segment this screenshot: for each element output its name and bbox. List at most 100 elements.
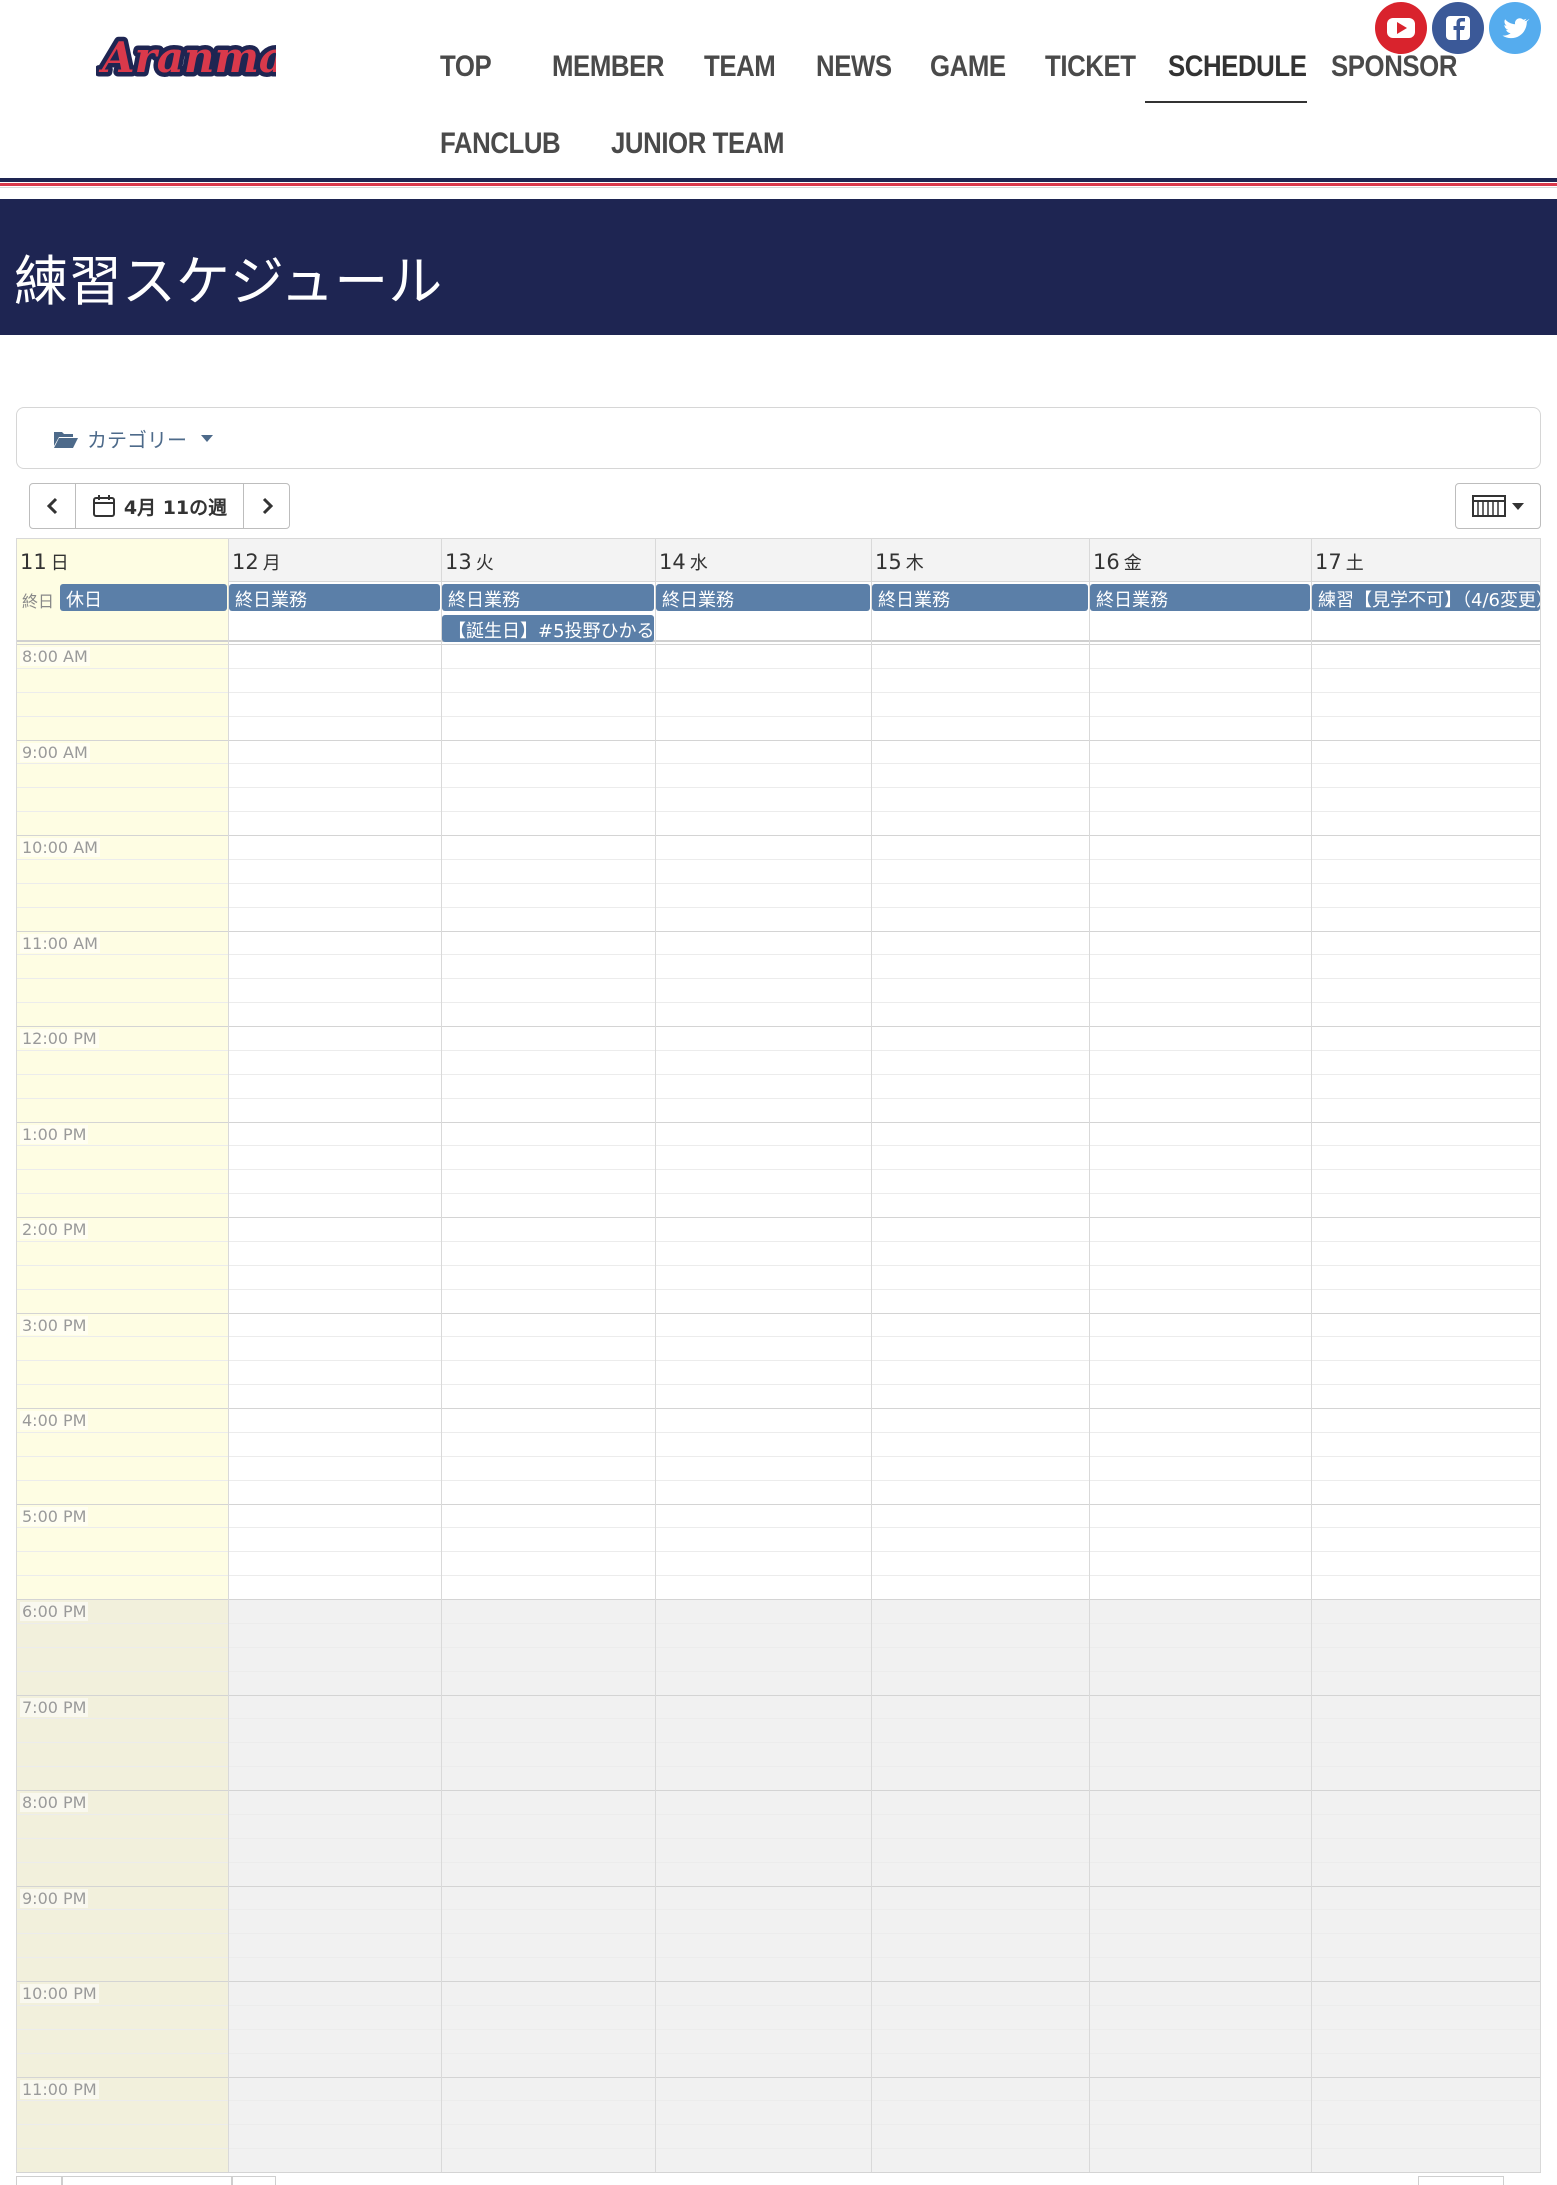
day-header[interactable]: 14 水 [655,539,871,583]
time-label: 9:00 AM [20,742,90,762]
nav-item-top[interactable]: TOP [440,50,492,84]
chevron-right-icon [262,497,273,515]
quarter-hour-line [16,1742,1541,1744]
day-column-divider [871,538,872,2172]
quarter-hour-line [16,1049,1541,1051]
nav-item-game[interactable]: GAME [930,50,1006,84]
day-of-week: 火 [475,553,494,574]
nav-item-junior-team[interactable]: JUNIOR TEAM [611,127,784,161]
time-label: 12:00 PM [20,1029,99,1048]
quarter-hour-line [16,954,1541,956]
quarter-hour-line [16,2052,1541,2054]
hour-line [16,930,1541,932]
time-label: 6:00 PM [20,1602,89,1621]
allday-event[interactable]: 終日業務 [229,584,440,611]
quarter-hour-line [16,1073,1541,1075]
quarter-hour-line [16,978,1541,980]
time-grid: 8:00 AM 9:00 AM 10:00 AM 11:00 AM 12:00 PM 1:… [16,644,1541,2173]
quarter-hour-line [16,1479,1541,1481]
day-header[interactable]: 13 火 [441,539,655,583]
quarter-hour-line [16,1264,1541,1266]
day-header[interactable]: 17 土 [1311,539,1541,583]
hour-line [16,2076,1541,2078]
day-column-divider [1089,538,1090,2172]
hour-line [16,1408,1541,1409]
facebook-link[interactable] [1432,2,1484,54]
allday-event[interactable]: 終日業務 [872,584,1088,611]
day-column-divider [228,538,229,2172]
youtube-link[interactable] [1375,2,1427,54]
quarter-hour-line [16,667,1541,669]
day-number: 16 [1093,550,1120,574]
day-header[interactable]: 12 月 [228,539,441,583]
day-header[interactable]: 15 木 [871,539,1089,583]
quarter-hour-line [16,1193,1541,1195]
allday-event[interactable]: 休日 [60,584,227,611]
quarter-hour-line [16,1718,1541,1720]
bottom-prev-button-stub[interactable] [16,2176,62,2185]
allday-event[interactable]: 練習【見学不可】（4/6変更） [1312,584,1540,611]
allday-event[interactable]: 終日業務 [1090,584,1310,611]
category-label: カテゴリー [87,428,187,452]
quarter-hour-line [16,1622,1541,1624]
day-header-row: 11 日 12 月 13 火 14 水 15 木 16 金 17 土 [16,538,1541,583]
quarter-hour-line [16,1431,1541,1433]
nav-item-member[interactable]: MEMBER [552,50,665,84]
allday-event[interactable]: 【誕生日】#5投野ひかる選手 [442,615,654,642]
quarter-hour-line [16,1646,1541,1648]
quarter-hour-line [16,715,1541,717]
hour-line [16,1790,1541,1791]
nav-item-sponsor[interactable]: SPONSOR [1331,50,1457,84]
time-label: 7:00 PM [20,1697,89,1717]
nav-item-ticket[interactable]: TICKET [1045,50,1136,84]
youtube-icon [1375,2,1427,54]
quarter-hour-line [16,1527,1541,1529]
day-number: 11 [20,550,47,574]
day-header[interactable]: 11 日 [16,539,228,583]
nav-item-team[interactable]: TEAM [704,50,776,84]
team-logo[interactable]: Aranmare Aranmare [94,18,340,96]
bottom-next-button-stub[interactable] [232,2176,276,2185]
quarter-hour-line [16,811,1541,813]
bottom-view-button-stub[interactable] [1418,2176,1504,2185]
quarter-hour-line [16,1002,1541,1004]
allday-label: 終日 [22,592,55,611]
allday-event[interactable]: 終日業務 [442,584,654,611]
week-calendar: 11 日 12 月 13 火 14 水 15 木 16 金 17 土 終日 休日 終日業務 終日業務 【誕生日】… [16,538,1541,2173]
next-week-button[interactable] [243,483,290,529]
day-of-week: 金 [1123,553,1142,574]
quarter-hour-line [16,1670,1541,1672]
hour-line [16,1217,1541,1218]
bottom-week-button-stub[interactable] [62,2176,232,2185]
time-label: 11:00 PM [20,2079,99,2099]
time-label: 1:00 PM [20,1124,89,1144]
quarter-hour-line [16,1169,1541,1171]
nav-item-schedule[interactable]: SCHEDULE [1168,50,1307,84]
day-column-divider [1311,538,1312,2172]
nav-item-news[interactable]: NEWS [816,50,892,84]
allday-event[interactable]: 終日業務 [656,584,870,611]
header-stripe-gray [0,187,1557,188]
prev-week-button[interactable] [29,483,76,529]
quarter-hour-line [16,2100,1541,2102]
chevron-left-icon [46,497,57,515]
quarter-hour-line [16,1360,1541,1362]
twitter-link[interactable] [1489,2,1541,54]
quarter-hour-line [16,763,1541,765]
day-number: 15 [875,550,902,574]
category-filter-bar: カテゴリー [16,407,1541,469]
day-header[interactable]: 16 金 [1089,539,1311,583]
time-label: 5:00 PM [20,1506,89,1526]
week-picker-button[interactable]: 4月 11の週 [75,483,244,529]
time-label: 2:00 PM [20,1220,89,1239]
folder-open-icon [54,431,78,448]
category-dropdown[interactable]: カテゴリー [53,424,213,453]
quarter-hour-line [16,2004,1541,2006]
aranmare-logo-icon: Aranmare Aranmare [94,29,340,87]
quarter-hour-line [16,1766,1541,1768]
quarter-hour-line [16,1551,1541,1553]
quarter-hour-line [16,1909,1541,1911]
view-switcher-button[interactable] [1455,483,1541,529]
nav-item-fanclub[interactable]: FANCLUB [440,127,561,161]
hour-line [16,644,1541,645]
